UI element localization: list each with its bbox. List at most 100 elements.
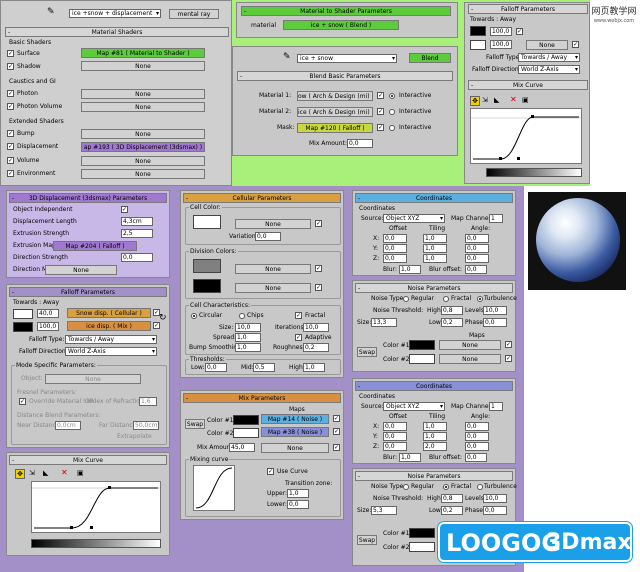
corner-point-icon[interactable]: ◣ <box>494 96 499 104</box>
scale-tool-icon[interactable]: ⇲ <box>482 96 488 104</box>
coordinates2-rollout[interactable]: - Coordinates <box>355 381 513 391</box>
noise1-rollout[interactable]: - Noise Parameters <box>355 283 513 293</box>
photon-volume-map-button[interactable]: None <box>81 102 205 112</box>
color2-swatch[interactable] <box>409 542 435 552</box>
move-tool-icon[interactable]: ✥ <box>470 96 480 106</box>
angle-z-spinner[interactable]: 0,0 <box>465 442 489 451</box>
color1-map-button[interactable]: None <box>439 340 501 350</box>
tiling-x-spinner[interactable]: 1,0 <box>423 234 447 243</box>
reset-curve-icon[interactable]: ▣ <box>522 96 529 104</box>
falloff-bottom-rollout[interactable]: - Falloff Parameters <box>9 287 167 297</box>
object-button[interactable]: None <box>45 374 141 384</box>
low-spinner[interactable]: 0,2 <box>441 318 463 327</box>
turbulence-radio[interactable] <box>477 484 483 490</box>
material-type-button[interactable]: mental ray <box>169 9 219 19</box>
eyedropper-icon[interactable]: ✎ <box>47 7 55 17</box>
swap-button[interactable]: Swap <box>357 347 377 357</box>
angle-x-spinner[interactable]: 0,0 <box>465 422 489 431</box>
shadow-map-button[interactable]: None <box>81 61 205 71</box>
turbulence-radio[interactable] <box>477 296 483 302</box>
photon-checkbox[interactable]: ✓ <box>7 90 14 97</box>
override-ior-checkbox[interactable]: ✓ <box>19 398 26 405</box>
map-channel-spinner[interactable]: 1 <box>489 214 503 223</box>
tiling-z-spinner[interactable]: 1,0 <box>423 254 447 263</box>
division-color2-map-button[interactable]: None <box>235 283 311 293</box>
blend-type-button[interactable]: Blend <box>409 53 451 63</box>
blend-name-select[interactable]: ice + snow <box>297 54 397 63</box>
reset-curve-icon[interactable]: ▣ <box>77 469 84 477</box>
tiling-x-spinner[interactable]: 1,0 <box>423 422 447 431</box>
falloff-direction-select[interactable]: World Z-Axis <box>518 65 580 74</box>
near-distance-spinner[interactable]: 0,0cm <box>55 421 81 430</box>
scale-tool-icon[interactable]: ⇲ <box>29 469 35 477</box>
spread-spinner[interactable]: 1,0 <box>235 333 261 342</box>
bump-map-button[interactable]: None <box>81 129 205 139</box>
division-color2-checkbox[interactable]: ✓ <box>315 284 322 291</box>
snow-map-button[interactable]: Snow disp. ( Cellular ) <box>67 308 151 318</box>
ice-map-checkbox[interactable]: ✓ <box>153 322 160 329</box>
blur-offset-spinner[interactable]: 0,0 <box>465 265 487 274</box>
regular-radio[interactable] <box>403 484 409 490</box>
mix-amount-spinner[interactable]: 0,0 <box>347 139 373 148</box>
low-spinner[interactable]: 0,0 <box>205 363 227 372</box>
mix-amount-checkbox[interactable]: ✓ <box>333 444 340 451</box>
size-spinner[interactable]: 5,3 <box>371 506 397 515</box>
levels-spinner[interactable]: 10,0 <box>483 306 507 315</box>
cell-color-map-checkbox[interactable]: ✓ <box>315 220 322 227</box>
iterations-spinner[interactable]: 10,0 <box>303 323 329 332</box>
displacement-rollout[interactable]: -3D Displacement (3dsmax) Parameters <box>9 193 167 203</box>
high-spinner[interactable]: 0,8 <box>441 494 463 503</box>
surface-map-button[interactable]: Map #81 ( Material to Shader ) <box>81 48 205 58</box>
color1-map-checkbox[interactable]: ✓ <box>333 415 340 422</box>
fractal-radio[interactable] <box>443 484 449 490</box>
angle-z-spinner[interactable]: 0,0 <box>465 254 489 263</box>
phase-spinner[interactable]: 0,0 <box>483 318 507 327</box>
offset-z-spinner[interactable]: 0,0 <box>383 254 407 263</box>
falloff-map2-checkbox[interactable]: ✓ <box>572 41 579 48</box>
color2-map-checkbox[interactable]: ✓ <box>333 428 340 435</box>
division-color1-checkbox[interactable]: ✓ <box>315 265 322 272</box>
ior-spinner[interactable]: 1,6 <box>139 397 157 406</box>
material1-checkbox[interactable]: ✓ <box>377 92 384 99</box>
bump-smoothing-spinner[interactable]: 1,0 <box>235 343 261 352</box>
eyedropper-icon[interactable]: ✎ <box>283 52 291 62</box>
ice-color-swatch[interactable] <box>13 322 33 332</box>
swap-button[interactable]: Swap <box>185 419 205 429</box>
material1-interactive-radio[interactable] <box>389 93 395 99</box>
angle-y-spinner[interactable]: 0,0 <box>465 244 489 253</box>
circular-radio[interactable] <box>191 313 197 319</box>
falloff-value1-spinner[interactable]: 100,0 <box>490 27 512 36</box>
volume-map-button[interactable]: None <box>81 156 205 166</box>
adaptive-checkbox[interactable]: ✓ <box>295 334 302 341</box>
far-distance-spinner[interactable]: 50,0cm <box>133 421 159 430</box>
variation-spinner[interactable]: 0,0 <box>255 232 281 241</box>
tiling-z-spinner[interactable]: 2,0 <box>423 442 447 451</box>
material2-interactive-radio[interactable] <box>389 109 395 115</box>
size-spinner[interactable]: 10,0 <box>235 323 261 332</box>
mix-curve-graph[interactable] <box>470 108 582 164</box>
mix-curve-rollout[interactable]: - Mix Curve <box>468 80 588 90</box>
mts-rollout[interactable]: - Material to Shader Parameters <box>241 6 451 16</box>
source-select[interactable]: Object XYZ <box>383 402 445 411</box>
color2-swatch[interactable] <box>409 354 435 364</box>
color2-swatch[interactable] <box>233 428 259 438</box>
offset-y-spinner[interactable]: 0,0 <box>383 432 407 441</box>
displacement-length-spinner[interactable]: 4,3cm <box>121 217 153 226</box>
displacement-map-button[interactable]: ap #193 ( 3D Displacement (3dsmax) ) <box>81 142 205 152</box>
angle-y-spinner[interactable]: 0,0 <box>465 432 489 441</box>
material2-checkbox[interactable]: ✓ <box>377 108 384 115</box>
color2-map-checkbox[interactable]: ✓ <box>505 355 512 362</box>
blur-spinner[interactable]: 1,0 <box>399 453 421 462</box>
fractal-radio[interactable] <box>443 296 449 302</box>
color1-map-button[interactable]: Map #14 ( Noise ) <box>261 414 329 424</box>
tiling-y-spinner[interactable]: 1,0 <box>423 432 447 441</box>
photon-map-button[interactable]: None <box>81 89 205 99</box>
blur-spinner[interactable]: 1,0 <box>399 265 421 274</box>
color1-swatch[interactable] <box>233 415 259 425</box>
displacement-checkbox[interactable]: ✓ <box>7 143 14 150</box>
division-color1-swatch[interactable] <box>193 259 221 273</box>
falloff-color1-swatch[interactable] <box>470 26 486 36</box>
mts-material-button[interactable]: ice + snow ( Blend ) <box>283 20 399 30</box>
offset-z-spinner[interactable]: 0,0 <box>383 442 407 451</box>
falloff-color2-swatch[interactable] <box>470 40 486 50</box>
